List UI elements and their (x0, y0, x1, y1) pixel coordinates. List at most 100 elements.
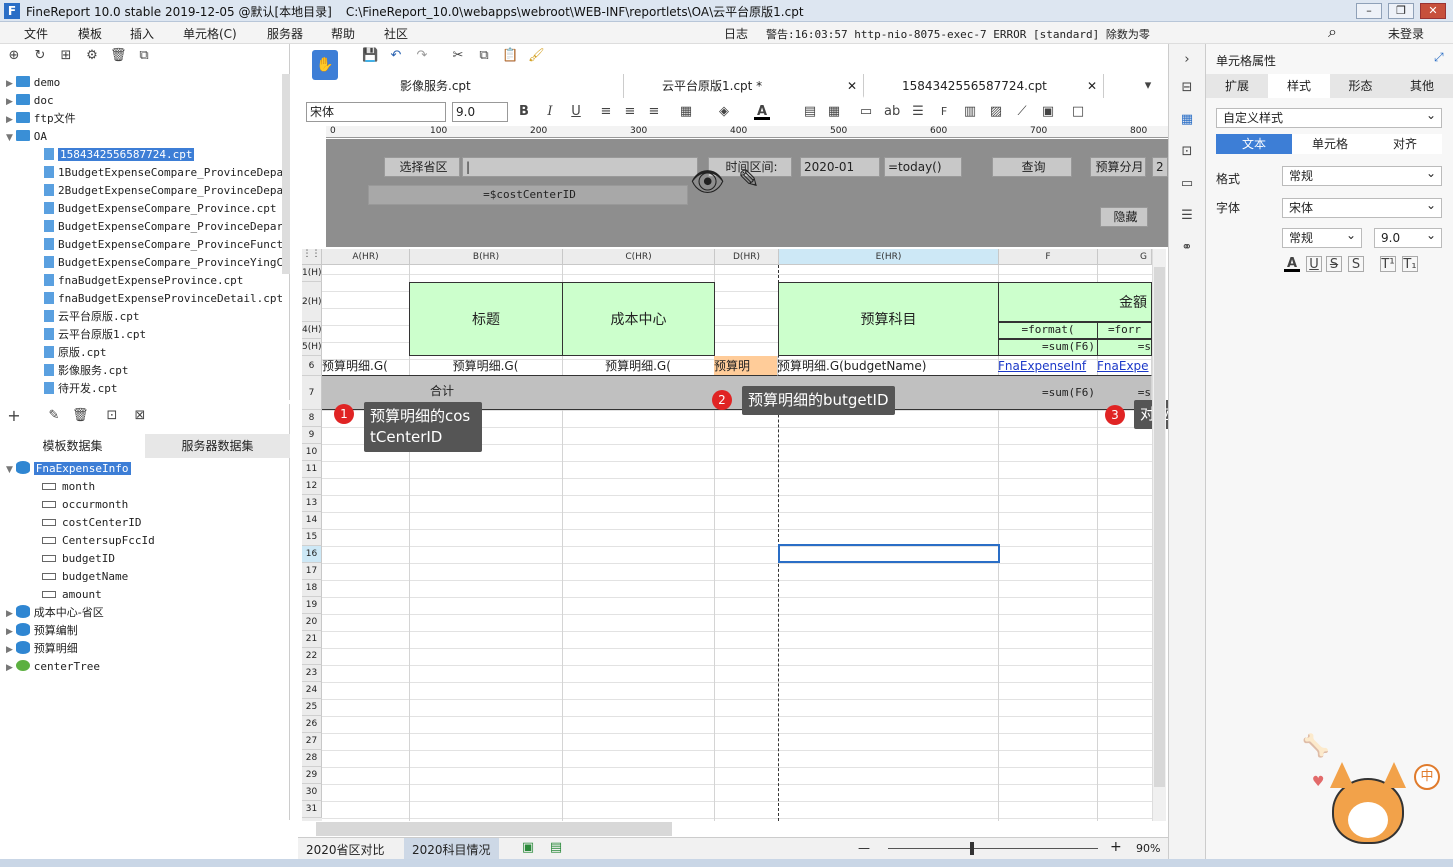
dataset-item[interactable]: ▶ 预算编制 (0, 622, 290, 640)
row-header[interactable]: 7 (302, 376, 322, 410)
strikethrough-icon[interactable]: S (1326, 256, 1342, 272)
locate-icon[interactable]: ⊞ (58, 48, 74, 64)
zoom-slider-thumb[interactable] (970, 842, 974, 855)
merge-cell-icon[interactable]: ▤ (802, 104, 818, 120)
save-icon[interactable]: 💾 (362, 48, 378, 64)
edit-icon[interactable]: ✎ (46, 408, 62, 424)
cell-e6[interactable]: 预算明细.G(budgetName) (778, 356, 999, 376)
copy-icon[interactable]: ⧉ (476, 48, 492, 64)
maximize-button[interactable]: ❐ (1388, 3, 1414, 19)
collapse-icon[interactable]: ⧉ (136, 48, 152, 64)
font-select[interactable]: 宋体 (1282, 196, 1442, 218)
zoom-out-icon[interactable]: — (858, 841, 870, 855)
tree-file[interactable]: 云平台原版.cpt (0, 308, 282, 326)
log-button[interactable]: 日志 (724, 25, 748, 42)
tab-style[interactable]: 样式 (1268, 74, 1330, 98)
undo-icon[interactable]: ↶ (388, 48, 404, 64)
row-header[interactable]: 11 (302, 461, 322, 478)
dataset-root[interactable]: ▼ FnaExpenseInfo (0, 460, 290, 478)
sheet-tab-2[interactable]: 2020科目情况 (404, 838, 499, 859)
preview-icon[interactable]: ⊡ (104, 408, 120, 424)
tab-expand[interactable]: 扩展 (1206, 74, 1268, 98)
dataset-field[interactable]: costCenterID (0, 514, 290, 532)
cell-cost-center-header[interactable]: 成本中心 (562, 282, 715, 356)
cell-d6[interactable]: 预算明 (714, 356, 778, 376)
grid-vertical-scrollbar[interactable] (1152, 249, 1166, 821)
row-header[interactable]: 9 (302, 427, 322, 444)
font-size-select[interactable]: 9.0 (452, 102, 508, 122)
tree-folder[interactable]: ▶ demo (0, 74, 282, 92)
add-dataset-icon[interactable]: + (6, 408, 22, 424)
add-report-icon[interactable]: ▤ (548, 840, 564, 856)
formula-icon[interactable]: F (936, 104, 952, 120)
row-header[interactable]: 29 (302, 767, 322, 784)
tree-file[interactable]: fnaBudgetExpenseProvince.cpt (0, 272, 282, 290)
split-cell-icon[interactable]: ▦ (826, 104, 842, 120)
tree-file[interactable]: 1584342556587724.cpt (0, 146, 282, 164)
menu-file[interactable]: 文件 (24, 25, 48, 42)
row-header[interactable]: 26 (302, 716, 322, 733)
dataset-item[interactable]: ▶ 成本中心-省区 (0, 604, 290, 622)
minimize-button[interactable]: – (1356, 3, 1382, 19)
tab-other[interactable]: 其他 (1391, 74, 1453, 98)
menu-community[interactable]: 社区 (384, 25, 408, 42)
row-header[interactable]: 17 (302, 563, 322, 580)
dataset-settings-icon[interactable]: ⊠ (132, 408, 148, 424)
delete-icon[interactable]: 🗑 (110, 48, 127, 64)
cell-b6[interactable]: 预算明细.G( (409, 356, 563, 376)
cell-g5[interactable]: =s (1097, 339, 1152, 356)
dataset-field[interactable]: month (0, 478, 290, 496)
row-header[interactable]: 21 (302, 631, 322, 648)
format-select[interactable]: 常规 (1282, 164, 1442, 186)
close-window-button[interactable]: ✕ (1420, 3, 1446, 19)
bold-icon[interactable]: B (516, 104, 532, 120)
menu-cell[interactable]: 单元格(C) (183, 25, 237, 42)
float-element-icon[interactable]: □ (1070, 104, 1086, 120)
dataset-field[interactable]: budgetName (0, 568, 290, 586)
corner-cell[interactable]: ⋮⋮ (302, 249, 322, 265)
cell-f6-link[interactable]: FnaExpenseInf (998, 356, 1098, 376)
row-header[interactable]: 15 (302, 529, 322, 546)
tree-file[interactable]: BudgetExpenseCompare_Province.cpt (0, 200, 282, 218)
sub-report-icon[interactable]: ▣ (1040, 104, 1056, 120)
row-header[interactable]: 20 (302, 614, 322, 631)
settings-icon[interactable]: ⚙ (84, 48, 100, 64)
format-painter-icon[interactable]: 🖌 (528, 48, 545, 64)
row-header[interactable]: 2(H) (302, 282, 322, 322)
tree-file[interactable]: 2BudgetExpenseCompare_ProvinceDepartm (0, 182, 282, 200)
font-style-select[interactable]: 常规 (1282, 226, 1362, 248)
selected-cell-e16[interactable] (778, 544, 1000, 563)
cut-icon[interactable]: ✂ (450, 48, 466, 64)
row-header[interactable]: 5(H) (302, 339, 322, 356)
cell-amount-header[interactable]: 金額 (998, 282, 1152, 322)
hyperlink-icon[interactable]: ⚭ (1179, 240, 1195, 256)
dataset-field[interactable]: occurmonth (0, 496, 290, 514)
row-header[interactable]: 13 (302, 495, 322, 512)
cell-style-icon[interactable]: ▦ (1179, 112, 1195, 128)
col-header[interactable]: A(HR) (322, 249, 410, 265)
col-header[interactable]: B(HR) (410, 249, 563, 265)
zoom-in-icon[interactable]: + (1110, 839, 1122, 855)
chart-icon[interactable]: ▥ (962, 104, 978, 120)
image-icon[interactable]: ▨ (988, 104, 1004, 120)
style-select[interactable]: 自定义样式 (1216, 106, 1442, 128)
subtab-cell[interactable]: 单元格 (1292, 134, 1368, 154)
tab-server-dataset[interactable]: 服务器数据集 (145, 434, 290, 458)
add-sheet-icon[interactable]: ▣ (520, 840, 536, 856)
cell-f7[interactable]: =sum(F6) (998, 376, 1098, 410)
insert-richtext-icon[interactable]: ☰ (910, 104, 926, 120)
row-header[interactable]: 16 (302, 546, 322, 563)
tree-file[interactable]: 影像服务.cpt (0, 362, 282, 380)
tree-file[interactable]: 1BudgetExpenseCompare_ProvinceDepartm (0, 164, 282, 182)
superscript-icon[interactable]: T¹ (1380, 256, 1396, 272)
col-header[interactable]: C(HR) (563, 249, 715, 265)
fill-color-icon[interactable]: ◈ (716, 104, 732, 120)
row-header[interactable]: 22 (302, 648, 322, 665)
start-date-input[interactable]: 2020-01 (800, 157, 880, 177)
dataset-field[interactable]: CentersupFccId (0, 532, 290, 550)
underline-icon[interactable]: U (568, 104, 584, 120)
close-tab-icon[interactable]: ✕ (847, 74, 857, 98)
cell-c6[interactable]: 预算明细.G( (562, 356, 715, 376)
pin-icon[interactable]: ⤢ (1434, 50, 1444, 65)
row-header[interactable]: 30 (302, 784, 322, 801)
